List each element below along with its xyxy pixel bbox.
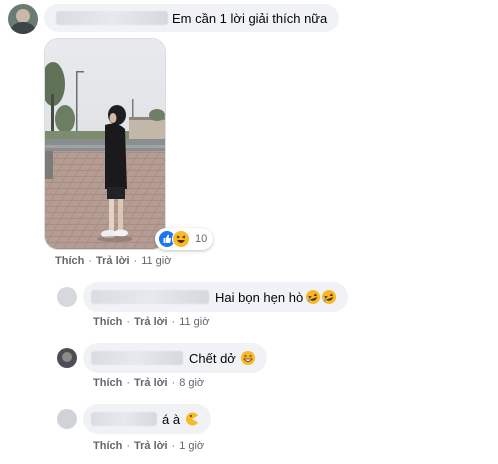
comment-text: Em cần 1 lời giải thích nữa bbox=[172, 10, 328, 26]
reply-avatar[interactable] bbox=[57, 348, 77, 368]
reply-actions: Thích · Trả lời · 1 giờ bbox=[93, 440, 205, 452]
grin-icon bbox=[240, 351, 255, 365]
timestamp[interactable]: 11 giờ bbox=[179, 316, 209, 328]
author-name-blurred[interactable] bbox=[91, 351, 183, 365]
timestamp[interactable]: 11 giờ bbox=[141, 255, 171, 267]
reply-bubble: á à bbox=[83, 404, 212, 434]
timestamp[interactable]: 1 giờ bbox=[179, 440, 204, 452]
reply-bubble: Chết dở bbox=[83, 343, 267, 373]
author-name-blurred[interactable] bbox=[56, 11, 168, 25]
pacman-icon bbox=[185, 412, 199, 426]
reply-link[interactable]: Trả lời bbox=[134, 316, 168, 328]
author-name-blurred[interactable] bbox=[91, 412, 157, 426]
reply-link[interactable]: Trả lời bbox=[134, 440, 168, 452]
comment-photo[interactable] bbox=[44, 38, 166, 250]
reply-link[interactable]: Trả lời bbox=[96, 255, 130, 267]
reply-actions: Thích · Trả lời · 8 giờ bbox=[93, 377, 205, 389]
reply-avatar[interactable] bbox=[57, 287, 77, 307]
haha-icon bbox=[172, 230, 190, 248]
reaction-summary[interactable]: 10 bbox=[155, 228, 214, 250]
author-name-blurred[interactable] bbox=[91, 290, 209, 304]
like-link[interactable]: Thích bbox=[93, 440, 122, 452]
like-link[interactable]: Thích bbox=[93, 316, 122, 328]
reply-bubble: Hai bọn hẹn hò bbox=[83, 282, 349, 312]
comment-bubble: Em cần 1 lời giải thích nữa bbox=[44, 4, 340, 32]
reply-text: Hai bọn hẹn hò bbox=[215, 289, 304, 305]
rofl-icon bbox=[320, 288, 339, 306]
like-link[interactable]: Thích bbox=[55, 255, 84, 267]
timestamp[interactable]: 8 giờ bbox=[179, 377, 204, 389]
reaction-count: 10 bbox=[195, 233, 208, 245]
rofl-icon bbox=[304, 288, 323, 306]
reply-text: Chết dở bbox=[189, 350, 236, 366]
reply-link[interactable]: Trả lời bbox=[134, 377, 168, 389]
comment-actions: Thích · Trả lời · 11 giờ bbox=[55, 255, 172, 267]
photo-image bbox=[45, 39, 165, 249]
like-link[interactable]: Thích bbox=[93, 377, 122, 389]
reply-text: á à bbox=[162, 411, 181, 427]
reply-actions: Thích · Trả lời · 11 giờ bbox=[93, 316, 210, 328]
avatar[interactable] bbox=[8, 4, 38, 34]
reply-avatar[interactable] bbox=[57, 409, 77, 429]
